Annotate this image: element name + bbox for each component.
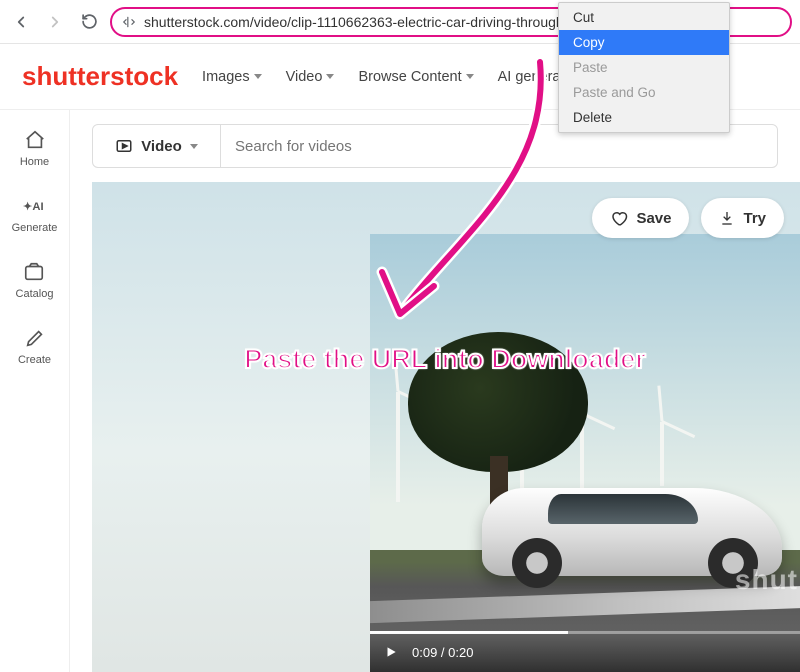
ctx-paste: Paste — [559, 55, 729, 80]
chevron-down-icon — [326, 74, 334, 79]
download-icon — [719, 210, 735, 226]
home-icon — [23, 128, 47, 152]
car-graphic — [482, 488, 782, 576]
sidebar-label: Create — [18, 354, 51, 366]
ctx-cut[interactable]: Cut — [559, 5, 729, 30]
sidebar-label: Catalog — [16, 288, 54, 300]
video-preview[interactable]: shut 0:09 / 0:20 — [370, 234, 800, 672]
create-icon — [23, 326, 47, 350]
heart-icon — [610, 209, 628, 227]
chevron-down-icon — [254, 74, 262, 79]
sparkle-ai-icon: ✦AI — [23, 194, 47, 218]
watermark: shut — [735, 564, 798, 596]
top-nav: Images Video Browse Content AI generator — [202, 69, 577, 85]
sidebar-label: Home — [20, 156, 49, 168]
try-label: Try — [743, 210, 766, 227]
forward-button[interactable] — [42, 9, 68, 35]
chevron-down-icon — [190, 144, 198, 149]
video-icon — [115, 137, 133, 155]
context-menu: Cut Copy Paste Paste and Go Delete — [558, 2, 730, 133]
nav-video[interactable]: Video — [286, 69, 335, 85]
sidebar-create[interactable]: Create — [18, 326, 51, 366]
try-button[interactable]: Try — [701, 198, 784, 238]
ctx-delete[interactable]: Delete — [559, 105, 729, 130]
sidebar-catalog[interactable]: Catalog — [16, 260, 54, 300]
nav-browse[interactable]: Browse Content — [358, 69, 473, 85]
search-input[interactable] — [221, 138, 777, 155]
ctx-paste-go: Paste and Go — [559, 80, 729, 105]
search-type-label: Video — [141, 138, 182, 155]
svg-text:✦AI: ✦AI — [23, 201, 44, 213]
search-type-dropdown[interactable]: Video — [93, 125, 221, 167]
chevron-down-icon — [466, 74, 474, 79]
reload-button[interactable] — [76, 9, 102, 35]
sidebar-label: Generate — [12, 222, 58, 234]
video-controls: 0:09 / 0:20 — [370, 632, 800, 672]
sidebar: Home ✦AI Generate Catalog Create — [0, 110, 70, 672]
page-body: Home ✦AI Generate Catalog Create Video — [0, 110, 800, 672]
main-column: Video Save Try — [70, 110, 800, 672]
video-stage: Save Try shut — [92, 182, 800, 672]
save-button[interactable]: Save — [592, 198, 689, 238]
brand-logo[interactable]: shutterstock — [22, 61, 178, 92]
catalog-icon — [22, 260, 46, 284]
play-icon[interactable] — [384, 645, 398, 659]
video-time: 0:09 / 0:20 — [412, 645, 473, 660]
nav-images[interactable]: Images — [202, 69, 262, 85]
site-settings-icon[interactable] — [122, 15, 136, 29]
ctx-copy[interactable]: Copy — [559, 30, 729, 55]
back-button[interactable] — [8, 9, 34, 35]
sidebar-home[interactable]: Home — [20, 128, 49, 168]
sidebar-generate[interactable]: ✦AI Generate — [12, 194, 58, 234]
stage-actions: Save Try — [592, 198, 784, 238]
save-label: Save — [636, 210, 671, 227]
